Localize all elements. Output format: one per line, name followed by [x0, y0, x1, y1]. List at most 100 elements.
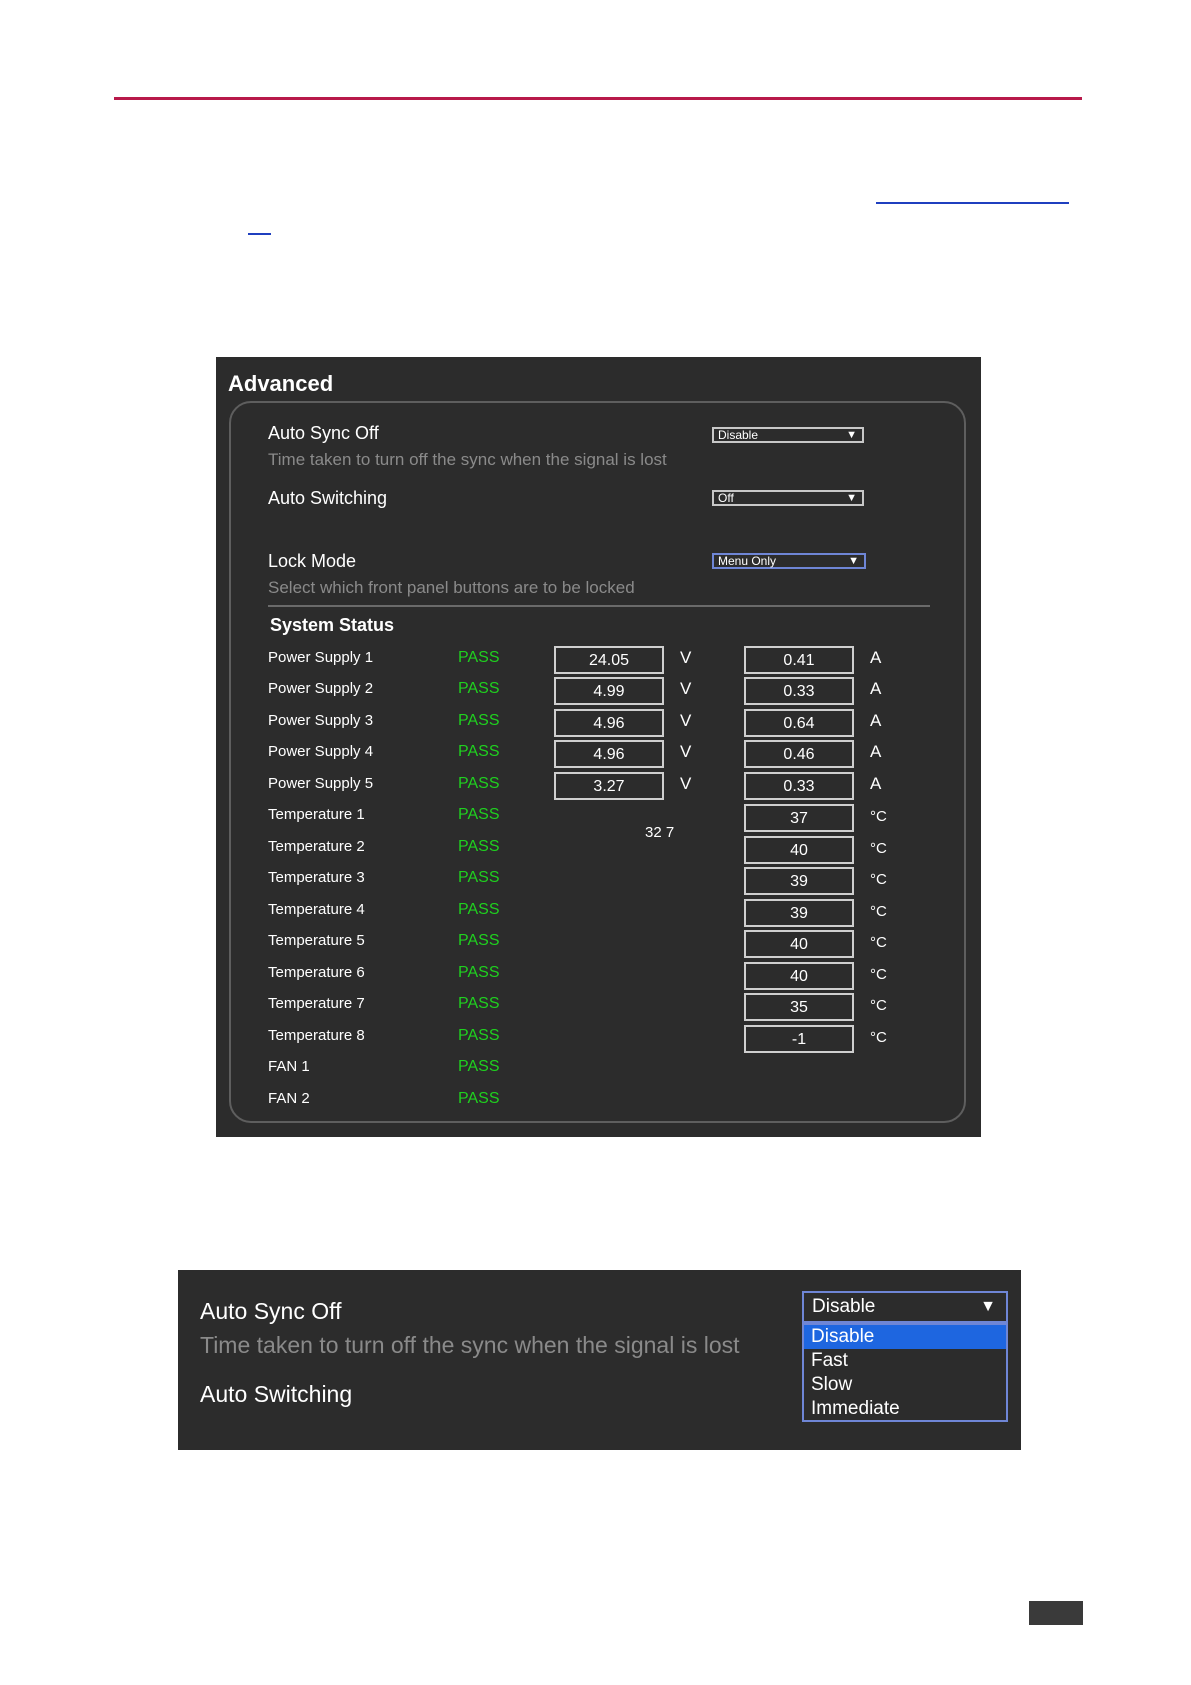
temperature-label: Temperature 3 — [268, 869, 365, 886]
current-unit: A — [870, 774, 882, 793]
power-supply-label: Power Supply 2 — [268, 680, 374, 697]
chevron-down-icon: ▼ — [980, 1298, 996, 1315]
dropdown-value: Disable — [718, 428, 759, 442]
status-pass: PASS — [458, 649, 500, 666]
current-value: 0.46 — [744, 740, 854, 768]
status-pass: PASS — [458, 869, 500, 886]
status-pass: PASS — [458, 806, 500, 823]
status-pass: PASS — [458, 775, 500, 792]
voltage-unit: V — [680, 679, 692, 698]
status-pass: PASS — [458, 838, 500, 855]
temperature-unit: °C — [870, 966, 887, 983]
auto-sync-off-dropdown[interactable]: Disable ▼ — [712, 427, 864, 443]
temperature-value: 40 — [744, 836, 854, 864]
status-pass: PASS — [458, 712, 500, 729]
power-supply-label: Power Supply 4 — [268, 743, 374, 760]
temperature-value: 40 — [744, 930, 854, 958]
lock-mode-description: Select which front panel buttons are to … — [268, 578, 635, 597]
status-pass: PASS — [458, 743, 500, 760]
status-pass: PASS — [458, 901, 500, 918]
temperature-label: Temperature 5 — [268, 932, 365, 949]
temperature-unit: °C — [870, 1029, 887, 1046]
current-unit: A — [870, 679, 882, 698]
status-pass: PASS — [458, 932, 500, 949]
link-underline[interactable] — [876, 202, 1069, 204]
temperature-label: Temperature 1 — [268, 806, 365, 823]
voltage-value: 4.99 — [554, 677, 664, 705]
option-disable[interactable]: Disable — [804, 1325, 1006, 1349]
voltage-unit: V — [680, 648, 692, 667]
lock-mode-label: Lock Mode — [268, 551, 357, 571]
option-immediate[interactable]: Immediate — [804, 1397, 1006, 1421]
voltage-value: 4.96 — [554, 709, 664, 737]
temperature-unit: °C — [870, 871, 887, 888]
current-unit: A — [870, 742, 882, 761]
temperature-value: 39 — [744, 899, 854, 927]
status-pass: PASS — [458, 1027, 500, 1044]
option-slow[interactable]: Slow — [804, 1373, 1006, 1397]
power-supply-label: Power Supply 3 — [268, 712, 374, 729]
temperature-unit: °C — [870, 840, 887, 857]
status-pass: PASS — [458, 1090, 500, 1107]
auto-sync-off-select[interactable]: Disable ▼ — [802, 1291, 1008, 1323]
current-unit: A — [870, 648, 882, 667]
temperature-value: 35 — [744, 993, 854, 1021]
temperature-label: Temperature 4 — [268, 901, 365, 918]
temperature-label: Temperature 2 — [268, 838, 365, 855]
select-value: Disable — [812, 1296, 876, 1317]
auto-switching-label: Auto Switching — [200, 1381, 353, 1407]
lock-mode-dropdown[interactable]: Menu Only ▼ — [712, 553, 866, 569]
auto-sync-off-label: Auto Sync Off — [268, 423, 379, 443]
voltage-value: 3.27 — [554, 772, 664, 800]
current-unit: A — [870, 711, 882, 730]
header-rule — [114, 97, 1082, 100]
voltage-unit: V — [680, 774, 692, 793]
chevron-down-icon: ▼ — [846, 429, 857, 441]
power-supply-label: Power Supply 5 — [268, 775, 374, 792]
voltage-unit: V — [680, 742, 692, 761]
temperature-value: -1 — [744, 1025, 854, 1053]
auto-sync-dropdown-panel: Auto Sync Off Time taken to turn off the… — [178, 1270, 1021, 1450]
temperature-value: 37 — [744, 804, 854, 832]
voltage-value: 4.96 — [554, 740, 664, 768]
temperature-unit: °C — [870, 997, 887, 1014]
dropdown-value: Menu Only — [718, 554, 777, 568]
page-number-tab — [1029, 1601, 1083, 1625]
auto-sync-off-description: Time taken to turn off the sync when the… — [200, 1332, 740, 1358]
section-divider — [268, 605, 930, 607]
temperature-value: 40 — [744, 962, 854, 990]
panel-title: Advanced — [228, 371, 334, 396]
auto-sync-off-label: Auto Sync Off — [200, 1298, 342, 1324]
fan-label: FAN 2 — [268, 1090, 310, 1107]
chevron-down-icon: ▼ — [848, 555, 859, 567]
status-pass: PASS — [458, 680, 500, 697]
temperature-label: Temperature 6 — [268, 964, 365, 981]
temperature-unit: °C — [870, 903, 887, 920]
auto-switching-label: Auto Switching — [268, 488, 388, 508]
link-underline-continued[interactable] — [248, 233, 271, 235]
status-pass: PASS — [458, 1058, 500, 1075]
temperature-label: Temperature 7 — [268, 995, 365, 1012]
auto-switching-dropdown[interactable]: Off ▼ — [712, 490, 864, 506]
dropdown-value: Off — [718, 491, 734, 505]
temperature-unit: °C — [870, 808, 887, 825]
current-value: 0.64 — [744, 709, 854, 737]
status-pass: PASS — [458, 995, 500, 1012]
temperature-unit: °C — [870, 934, 887, 951]
temperature-label: Temperature 8 — [268, 1027, 365, 1044]
system-status-title: System Status — [270, 615, 395, 635]
dropdown-options-list: Disable Fast Slow Immediate — [802, 1323, 1008, 1422]
temperature-value: 39 — [744, 867, 854, 895]
option-fast[interactable]: Fast — [804, 1349, 1006, 1373]
auto-sync-off-description: Time taken to turn off the sync when the… — [268, 450, 667, 469]
status-pass: PASS — [458, 964, 500, 981]
power-supply-label: Power Supply 1 — [268, 649, 374, 666]
current-value: 0.33 — [744, 772, 854, 800]
current-value: 0.33 — [744, 677, 854, 705]
overlay-text: 32 7 — [645, 824, 675, 841]
chevron-down-icon: ▼ — [846, 492, 857, 504]
fan-label: FAN 1 — [268, 1058, 310, 1075]
voltage-value: 24.05 — [554, 646, 664, 674]
current-value: 0.41 — [744, 646, 854, 674]
voltage-unit: V — [680, 711, 692, 730]
